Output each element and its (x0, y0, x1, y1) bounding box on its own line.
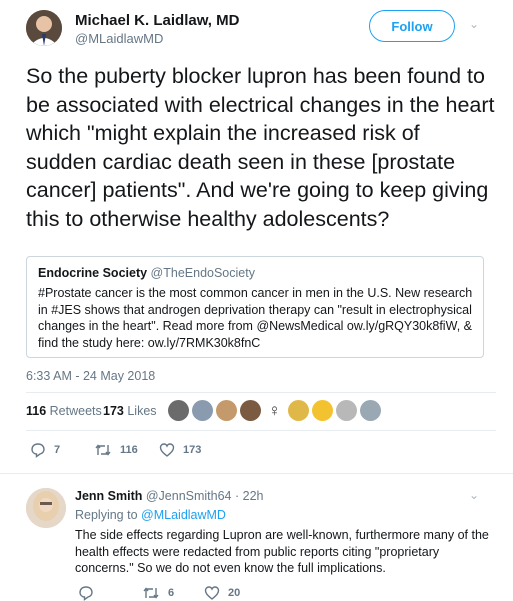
divider (0, 473, 513, 474)
follow-button[interactable]: Follow (369, 10, 455, 42)
tweet-text: So the puberty blocker lupron has been f… (26, 64, 495, 231)
quoted-tweet[interactable]: Endocrine Society @TheEndoSociety #Prost… (26, 256, 484, 358)
retweets-count: 116 (26, 404, 47, 418)
divider (26, 392, 496, 393)
reply-author-handle[interactable]: @JennSmith64 (146, 489, 232, 503)
retweet-icon (143, 587, 159, 599)
liker-avatar[interactable] (168, 400, 189, 421)
reply-retweet-action[interactable]: 6 (142, 585, 174, 601)
retweets-stat[interactable]: 116 Retweets (26, 404, 102, 418)
reply-action[interactable]: 7 (30, 442, 60, 458)
reply-retweet-count: 6 (168, 587, 175, 599)
liker-avatar[interactable] (312, 400, 333, 421)
liker-avatar[interactable] (192, 400, 213, 421)
like-count: 173 (183, 444, 202, 456)
reply-header: Jenn Smith @JennSmith64 · 22h (75, 489, 264, 503)
reply-like-action[interactable]: 20 (204, 585, 240, 601)
retweet-count: 116 (120, 444, 138, 456)
quoted-tweet-text: #Prostate cancer is the most common canc… (38, 286, 473, 350)
replying-to-link[interactable]: @MLaidlawMD (141, 508, 226, 522)
author-handle[interactable]: @MLaidlawMD (75, 31, 163, 46)
author-name[interactable]: Michael K. Laidlaw, MD (75, 12, 239, 29)
heart-icon (204, 586, 220, 600)
heart-icon (159, 443, 175, 457)
quoted-author-handle: @TheEndoSociety (150, 266, 255, 280)
liker-avatar[interactable] (240, 400, 261, 421)
likes-count: 173 (103, 404, 124, 418)
reply-time[interactable]: · 22h (235, 489, 264, 503)
reply-text: The side effects regarding Lupron are we… (75, 528, 489, 575)
reply-reply-action[interactable] (78, 585, 102, 601)
liker-avatar[interactable] (216, 400, 237, 421)
retweet-action[interactable]: 116 (94, 442, 138, 458)
tweet-timestamp[interactable]: 6:33 AM - 24 May 2018 (26, 369, 155, 383)
liker-avatar[interactable] (336, 400, 357, 421)
liker-avatar[interactable]: ♀ (264, 400, 285, 421)
author-avatar[interactable] (26, 10, 62, 46)
reply-like-count: 20 (228, 587, 241, 599)
reply-author-avatar[interactable] (26, 488, 66, 528)
likes-label: Likes (127, 404, 157, 418)
liker-avatar[interactable] (288, 400, 309, 421)
liker-avatar[interactable] (360, 400, 381, 421)
reply-icon (79, 586, 93, 601)
quoted-author-name: Endocrine Society (38, 266, 148, 280)
replying-to: Replying to @MLaidlawMD (75, 508, 226, 522)
chevron-down-icon[interactable]: ⌄ (469, 488, 479, 502)
retweets-label: Retweets (49, 404, 102, 418)
like-action[interactable]: 173 (159, 442, 201, 458)
likers-avatar-row: ♀ (168, 400, 383, 422)
chevron-down-icon[interactable]: ⌄ (469, 17, 479, 31)
replying-prefix: Replying to (75, 508, 138, 522)
retweet-icon (95, 444, 111, 456)
reply-author-name[interactable]: Jenn Smith (75, 489, 142, 503)
reply-count: 7 (54, 444, 61, 456)
likes-stat[interactable]: 173 Likes (103, 404, 157, 418)
reply-icon (31, 443, 45, 458)
divider (26, 430, 496, 431)
